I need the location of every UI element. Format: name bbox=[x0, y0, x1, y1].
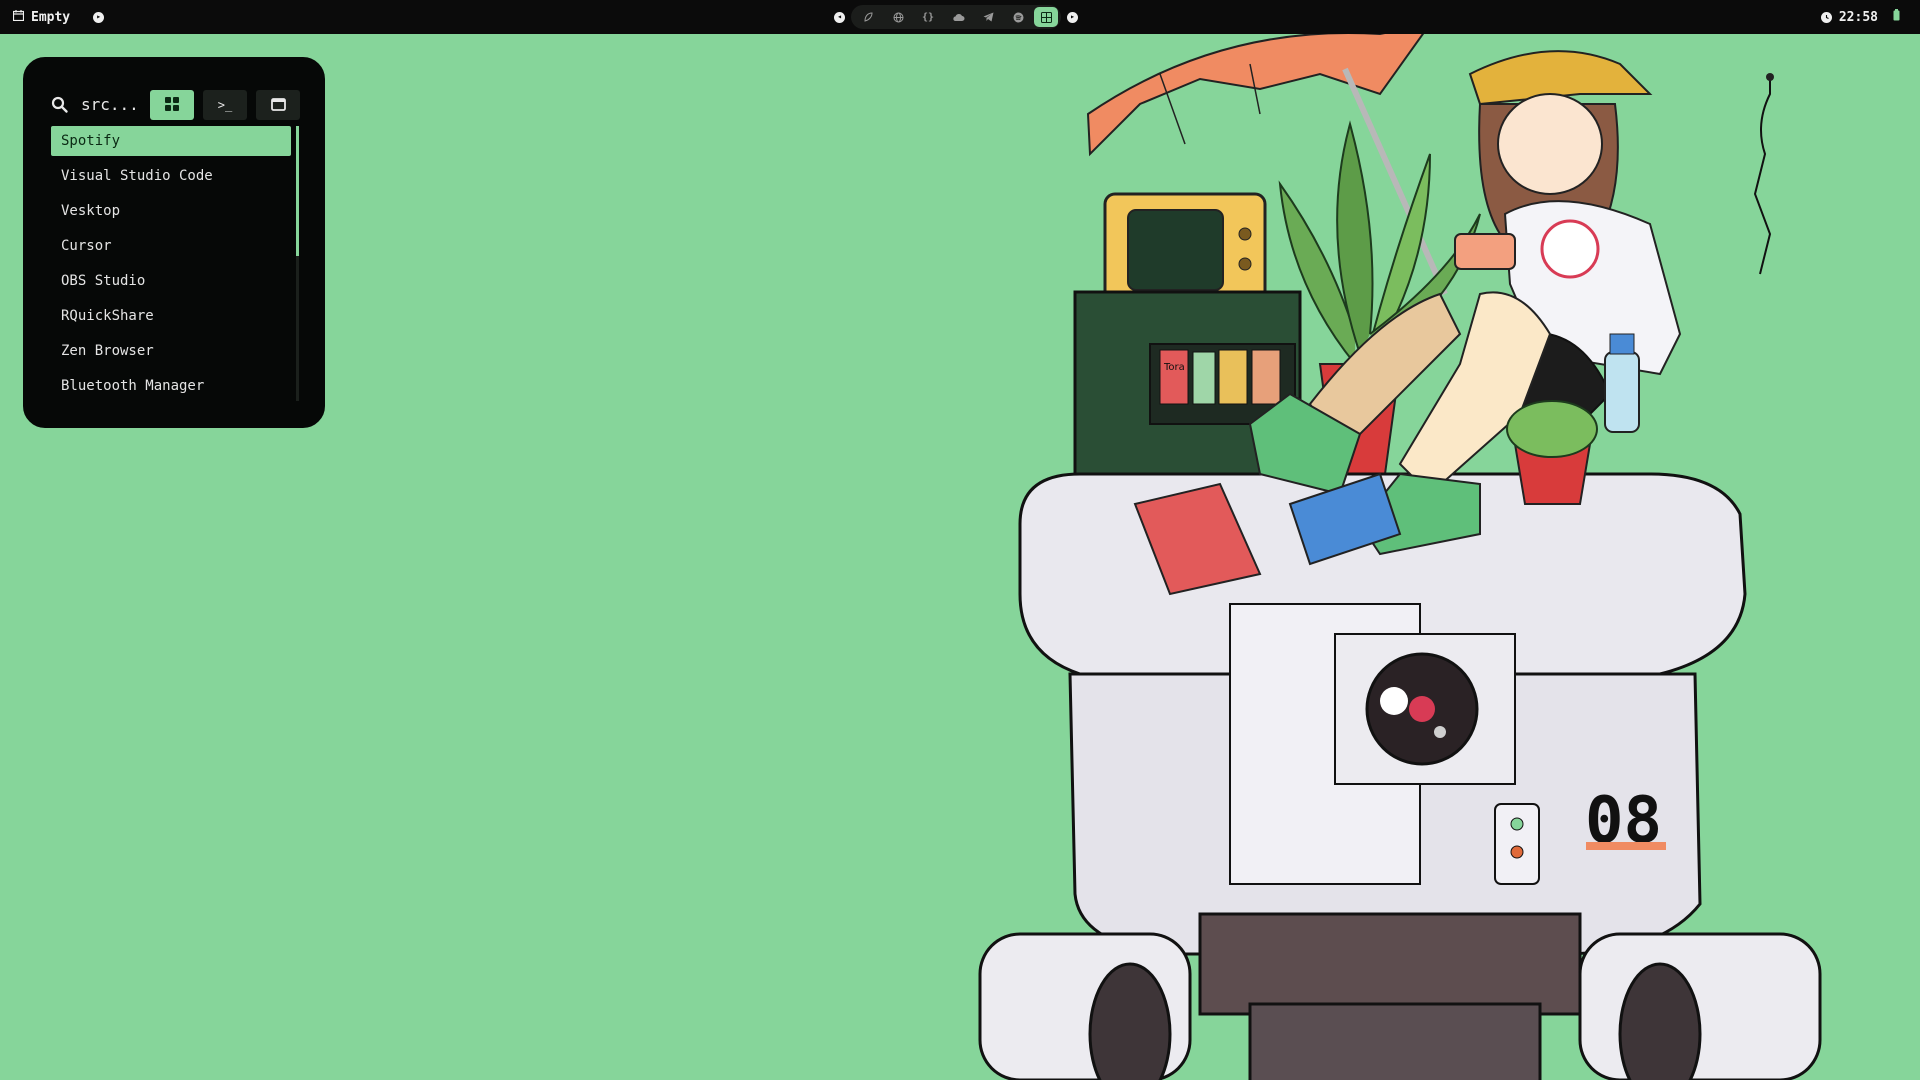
app-item-rquickshare[interactable]: RQuickShare bbox=[51, 301, 291, 331]
clock-icon bbox=[1820, 11, 1832, 23]
grid-icon bbox=[165, 96, 179, 115]
spotify-icon[interactable] bbox=[1004, 7, 1032, 27]
telegram-icon[interactable] bbox=[974, 7, 1002, 27]
search-row: src... >_ bbox=[51, 90, 321, 120]
battery-icon[interactable] bbox=[1893, 9, 1900, 25]
search-input[interactable]: src... bbox=[81, 95, 139, 114]
retro-tv bbox=[1103, 192, 1267, 306]
launcher-grid-icon[interactable] bbox=[1034, 7, 1058, 27]
chevron-left-icon[interactable]: ◂ bbox=[834, 11, 845, 23]
app-item-spotify[interactable]: Spotify bbox=[51, 126, 291, 156]
wallpaper-illustration: Tora 08 bbox=[978, 34, 1822, 1080]
app-item-visual-studio-code[interactable]: Visual Studio Code bbox=[51, 161, 291, 191]
play-icon[interactable]: ▸ bbox=[93, 11, 105, 23]
chevron-right-icon[interactable]: ▸ bbox=[1067, 11, 1078, 23]
can-label: Tora bbox=[1163, 362, 1185, 373]
app-item-cursor[interactable]: Cursor bbox=[51, 231, 291, 261]
robot: 08 bbox=[978, 472, 1822, 1080]
app-item-obs-studio[interactable]: OBS Studio bbox=[51, 266, 291, 296]
windows-mode-button[interactable] bbox=[256, 90, 300, 120]
search-icon bbox=[51, 96, 69, 114]
terminal-icon: >_ bbox=[217, 98, 233, 112]
apps-mode-button[interactable] bbox=[150, 90, 194, 120]
top-bar: Empty ▸ ◂ {} ▸ 22:58 bbox=[0, 0, 1920, 34]
workspace-label[interactable]: Empty bbox=[31, 10, 70, 25]
leaf-icon[interactable] bbox=[854, 7, 882, 27]
app-list-scrollbar[interactable] bbox=[296, 126, 299, 401]
clock-time[interactable]: 22:58 bbox=[1839, 10, 1878, 25]
app-item-zen-browser[interactable]: Zen Browser bbox=[51, 336, 291, 366]
tray-pill: {} bbox=[851, 5, 1061, 29]
cloud-icon[interactable] bbox=[944, 7, 972, 27]
app-item-bluetooth-manager[interactable]: Bluetooth Manager bbox=[51, 371, 291, 401]
calendar-icon bbox=[12, 9, 25, 25]
app-list: Spotify Visual Studio Code Vesktop Curso… bbox=[51, 126, 291, 406]
app-item-vesktop[interactable]: Vesktop bbox=[51, 196, 291, 226]
app-launcher: src... >_ Spotify Visual Studio Code Ves… bbox=[21, 55, 327, 430]
window-icon bbox=[270, 96, 286, 115]
terminal-mode-button[interactable]: >_ bbox=[203, 90, 247, 120]
code-braces-icon[interactable]: {} bbox=[914, 7, 942, 27]
scrollbar-thumb[interactable] bbox=[296, 126, 299, 256]
globe-icon[interactable] bbox=[884, 7, 912, 27]
